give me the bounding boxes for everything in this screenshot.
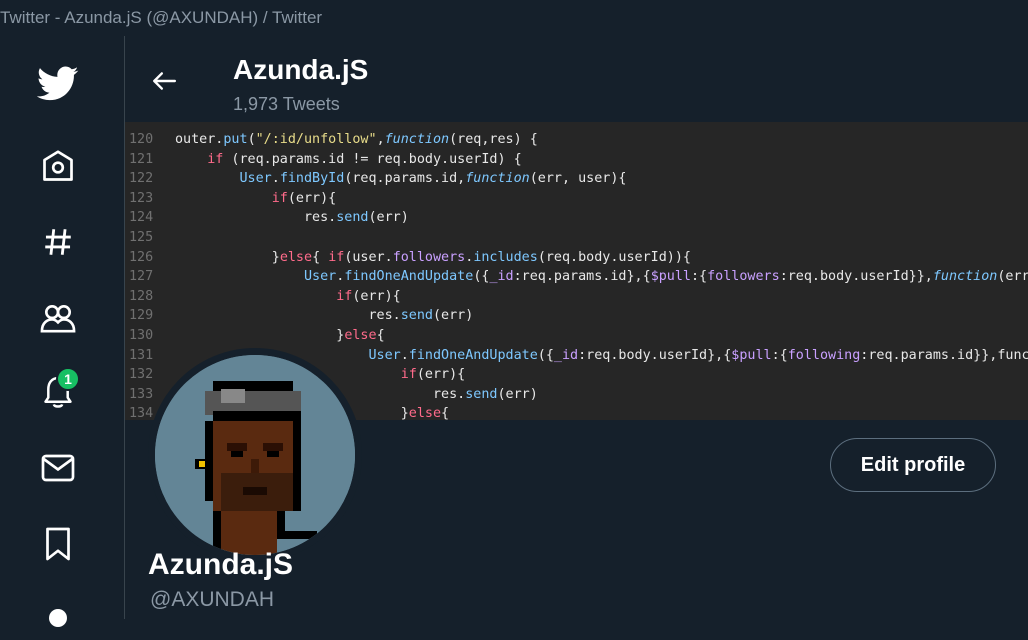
avatar-image [155,355,355,555]
header-profile-name: Azunda.jS [233,54,369,85]
messages-envelope-icon[interactable] [36,446,80,490]
code-line-text: }else{ [175,328,385,343]
window-title: Twitter - Azunda.jS (@AXUNDAH) / Twitter [0,0,1028,36]
code-line-number: 121 [129,151,154,167]
code-line-number: 126 [129,249,154,265]
profile-handle: @AXUNDAH [150,588,275,611]
code-line: 126 }else{ if(user.followers.includes(re… [125,248,1028,268]
code-line-text: res.send(err) [175,210,409,226]
code-line-text: if (req.params.id != req.body.userId) { [207,151,522,167]
tweet-count: 1,973 Tweets [233,94,340,114]
twitter-logo-icon[interactable] [36,62,80,106]
edit-profile-button[interactable]: Edit profile [830,438,996,492]
home-icon[interactable] [36,144,80,188]
profile-header: Azunda.jS 1,973 Tweets [125,36,1028,122]
notification-count-badge: 1 [56,367,80,391]
code-line-number: 131 [129,347,154,363]
code-line: 121 if (req.params.id != req.body.userId… [125,150,1028,170]
code-line-number: 132 [129,367,154,383]
code-line-number: 123 [129,190,154,206]
code-line-text: }else{ if(user.followers.includes(req.bo… [175,249,691,265]
code-line-text: User.findOneAndUpdate({_id:req.params.id… [304,269,1028,285]
profile-name: Azunda.jS [148,548,294,581]
code-line-number: 128 [129,288,154,304]
code-line: 125 [125,228,1028,248]
code-line: 130 }else{ [125,326,1028,346]
code-line-number: 120 [129,132,154,147]
back-arrow-icon [153,72,177,90]
sidebar-nav: 1 [0,36,125,627]
code-line-text: User.findById(req.params.id,function(err… [239,171,627,187]
profile-icon[interactable] [36,596,80,640]
code-line-number: 127 [129,269,154,285]
explore-hashtag-icon[interactable] [36,220,80,264]
code-line-text: if(err){ [271,190,337,206]
code-line: 123 if(err){ [125,189,1028,209]
code-line-number: 124 [129,210,154,226]
back-button[interactable] [145,62,183,100]
code-line-number: 125 [129,230,154,245]
code-line: 129 res.send(err) [125,306,1028,326]
code-line: 122 User.findById(req.params.id,function… [125,169,1028,189]
code-line-text: res.send(err) [175,308,474,324]
code-line-text: outer.put("/:id/unfollow",function(req,r… [175,132,538,147]
code-line-text: if(err){ [336,288,401,304]
communities-icon[interactable] [36,296,80,340]
code-line: 124 res.send(err) [125,208,1028,228]
pixel-punk-avatar-icon [155,355,355,555]
code-line: 120 outer.put("/:id/unfollow",function(re… [125,130,1028,150]
bookmark-icon[interactable] [36,522,80,566]
code-line-number: 129 [129,308,154,324]
code-line: 127 User.findOneAndUpdate({_id:req.param… [125,267,1028,287]
code-line: 128 if(err){ [125,287,1028,307]
code-line-number: 133 [129,386,154,402]
profile-avatar[interactable] [148,348,362,562]
code-line-number: 122 [129,171,154,187]
code-line-number: 130 [129,328,154,343]
